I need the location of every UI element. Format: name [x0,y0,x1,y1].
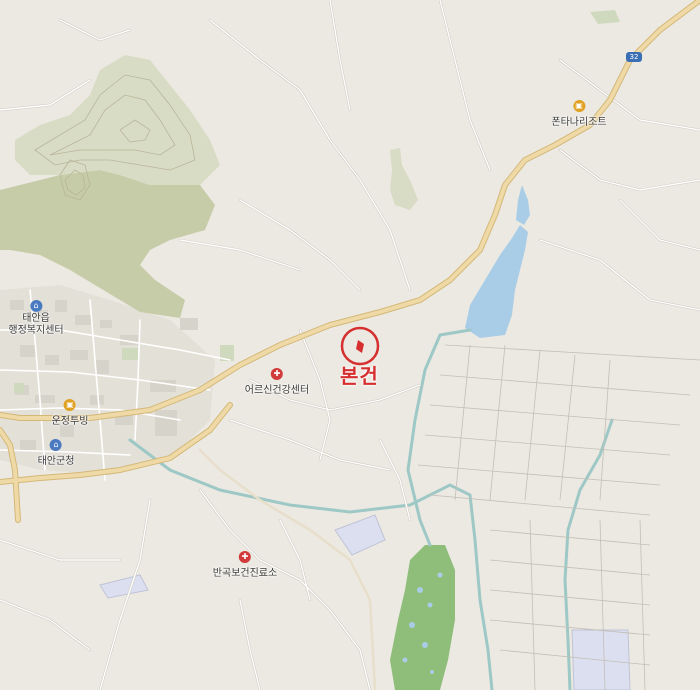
target-label: 본건 [340,364,379,388]
government-office-icon: ⌂ [29,300,42,312]
poi-hotel[interactable]: ▣ 운정투빙 [51,399,89,427]
map-view[interactable]: 32 ⌂ 태안읍 행정복지센터 ▣ 운정투빙 ⌂ 태안군청 ▣ 폰타나리조트 ✚… [0,0,700,690]
poi-resort[interactable]: ▣ 폰타나리조트 [551,100,607,128]
poi-county-office[interactable]: ⌂ 태안군청 [37,439,75,467]
lodging-icon: ▣ [572,100,585,112]
lodging-icon: ▣ [64,399,76,411]
hospital-icon: ✚ [239,551,251,563]
poi-label: 어르신건강센터 [244,385,310,396]
hospital-icon: ✚ [271,368,283,380]
target-parcel [356,340,364,353]
poi-label: 태안군청 [37,456,75,467]
poi-clinic[interactable]: ✚ 반곡보건진료소 [213,551,277,579]
poi-label: 반곡보건진료소 [212,568,278,579]
poi-label: 폰타나리조트 [551,117,607,128]
government-office-icon: ⌂ [50,439,62,451]
poi-elder-health-center[interactable]: ✚ 어르신건강센터 [245,368,309,396]
poi-taean-eup-office[interactable]: ⌂ 태안읍 행정복지센터 [8,300,64,337]
poi-label: 운정투빙 [51,416,89,427]
route-32-shield: 32 [626,52,642,62]
poi-label: 태안읍 행정복지센터 [8,313,64,336]
